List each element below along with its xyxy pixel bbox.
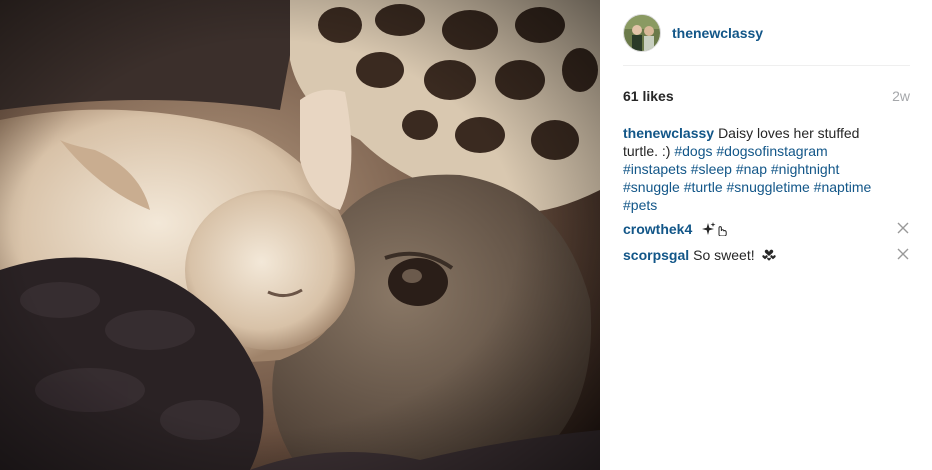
comment-author[interactable]: crowthek4 bbox=[623, 221, 692, 237]
post-timestamp[interactable]: 2w bbox=[892, 88, 910, 104]
avatar-image bbox=[624, 14, 660, 51]
post-meta: 61 likes 2w bbox=[623, 66, 910, 104]
delete-comment-icon[interactable] bbox=[896, 221, 910, 235]
comment-item: crowthek4 bbox=[623, 220, 910, 240]
delete-comment-icon[interactable] bbox=[896, 247, 910, 261]
caption: thenewclassy Daisy loves her stuffed turt… bbox=[623, 124, 910, 214]
sleeping-dog-photo bbox=[0, 0, 600, 470]
comment-item: scorpsgal So sweet! bbox=[623, 246, 910, 266]
post-header: thenewclassy bbox=[623, 0, 910, 66]
post-author-username[interactable]: thenewclassy bbox=[672, 25, 763, 41]
instagram-post: thenewclassy 61 likes 2w thenewclassy Dai… bbox=[0, 0, 932, 470]
comment-text: So sweet! bbox=[693, 247, 755, 263]
post-photo[interactable] bbox=[0, 0, 600, 470]
comment-author[interactable]: scorpsgal bbox=[623, 247, 689, 263]
hearts-icon bbox=[761, 248, 777, 266]
likes-count[interactable]: 61 likes bbox=[623, 88, 674, 104]
caption-author[interactable]: thenewclassy bbox=[623, 125, 714, 141]
post-side-panel: thenewclassy 61 likes 2w thenewclassy Dai… bbox=[600, 0, 932, 470]
avatar[interactable] bbox=[623, 13, 661, 52]
comments-list: thenewclassy Daisy loves her stuffed turt… bbox=[623, 124, 910, 266]
sparkles-hand-icon bbox=[702, 222, 728, 240]
